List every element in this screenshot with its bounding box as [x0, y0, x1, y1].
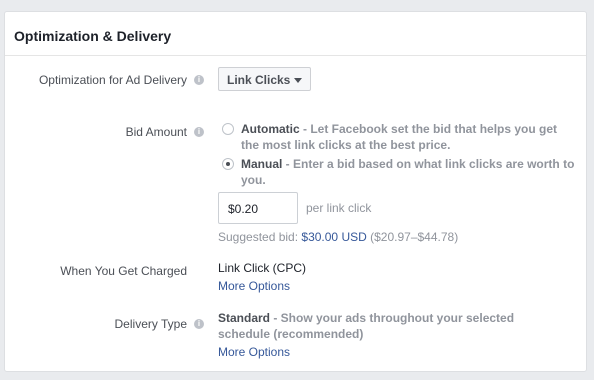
bid-amount-label: Bid Amount	[125, 125, 187, 139]
suggested-bid: Suggested bid: $30.00 USD ($20.97–$44.78…	[218, 230, 458, 244]
automatic-radio[interactable]	[222, 123, 234, 135]
optimization-selected: Link Clicks	[227, 73, 291, 87]
optimization-delivery-panel: Optimization & Delivery Optimization for…	[4, 11, 587, 372]
bid-amount-input[interactable]: $0.20	[218, 192, 298, 224]
caret-down-icon	[294, 78, 302, 83]
bid-amount-value: $0.20	[228, 202, 259, 216]
charged-more-options-link[interactable]: More Options	[218, 279, 290, 293]
bid-unit: per link click	[306, 201, 372, 215]
suggested-bid-prefix: Suggested bid:	[218, 230, 302, 244]
manual-option[interactable]: Manual - Enter a bid based on what link …	[241, 156, 576, 188]
delivery-type-standard: Standard - Show your ads throughout your…	[218, 310, 518, 342]
delivery-type-name: Standard	[218, 311, 271, 325]
info-icon[interactable]: i	[194, 75, 204, 85]
automatic-option[interactable]: Automatic - Let Facebook set the bid tha…	[241, 121, 576, 153]
manual-radio[interactable]	[222, 158, 234, 170]
suggested-bid-amount: $30.00 USD	[301, 230, 367, 244]
delivery-more-options-link[interactable]: More Options	[218, 345, 290, 359]
info-icon[interactable]: i	[194, 319, 204, 329]
optimization-label: Optimization for Ad Delivery	[38, 73, 187, 87]
manual-option-description: - Enter a bid based on what link clicks …	[241, 157, 575, 187]
automatic-option-name: Automatic	[241, 122, 300, 136]
manual-option-name: Manual	[241, 157, 283, 171]
panel-header: Optimization & Delivery	[5, 12, 586, 56]
charged-value: Link Click (CPC)	[218, 261, 307, 275]
suggested-bid-range: ($20.97–$44.78)	[366, 230, 459, 244]
section-title: Optimization & Delivery	[14, 28, 172, 44]
delivery-type-label: Delivery Type	[114, 317, 187, 331]
info-icon[interactable]: i	[194, 127, 204, 137]
charged-label: When You Get Charged	[60, 264, 187, 278]
optimization-dropdown[interactable]: Link Clicks	[218, 67, 311, 91]
